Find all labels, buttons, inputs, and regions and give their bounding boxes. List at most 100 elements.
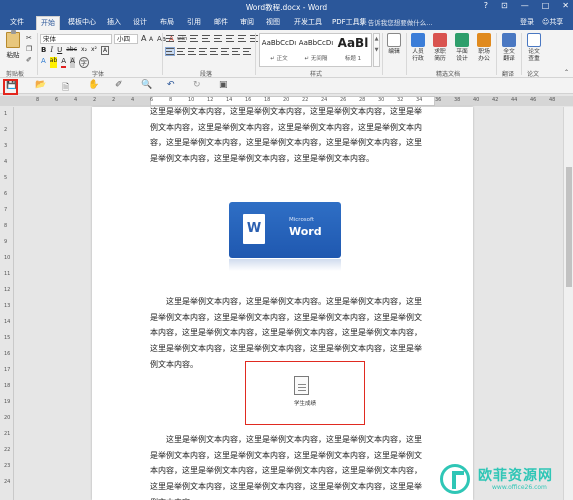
chinese-layout-icon[interactable]	[226, 35, 234, 42]
tab-layout[interactable]: 布局	[156, 16, 178, 30]
underline-button[interactable]: U	[57, 46, 62, 55]
ruler-tick: 16	[245, 97, 252, 103]
char-border-button[interactable]: A	[100, 46, 110, 55]
redo-icon[interactable]: ↻	[193, 80, 201, 90]
ribbon-tab-bar: 文件 开始 模板中心 插入 设计 布局 引用 邮件 审阅 视图 开发工具 PDF…	[0, 14, 573, 30]
subscript-button[interactable]: x₂	[81, 46, 87, 55]
maximize-button[interactable]: □	[542, 1, 550, 10]
print-preview-icon[interactable]: 🔍	[141, 80, 152, 90]
watermark-icon	[440, 464, 470, 494]
tab-review[interactable]: 审阅	[236, 16, 258, 30]
collapse-ribbon-icon[interactable]: ⌃	[564, 68, 569, 78]
tool-resume[interactable]: 求职 简历	[429, 33, 451, 63]
shrink-font-button[interactable]: A	[149, 35, 153, 45]
justify-icon[interactable]	[199, 48, 207, 55]
ruler-tick: 24	[321, 97, 328, 103]
text-effects-button[interactable]: A	[41, 57, 46, 68]
font-name-field[interactable]: 宋体	[40, 34, 112, 44]
screen-icon[interactable]: ▣	[219, 80, 228, 90]
align-center-icon[interactable]	[177, 48, 185, 55]
tell-me-box[interactable]: ⚲ 告诉我您想要做什么...	[360, 17, 435, 27]
translate-button[interactable]: 全文 翻译	[498, 33, 520, 63]
numbering-icon[interactable]	[178, 35, 186, 42]
format-painter-icon[interactable]: ✐	[26, 55, 32, 65]
tab-design[interactable]: 设计	[129, 16, 151, 30]
line-spacing-icon[interactable]	[221, 48, 229, 55]
align-right-icon[interactable]	[188, 48, 196, 55]
style-heading-1[interactable]: AaBl 标题 1	[335, 37, 371, 62]
translate-group-label: 翻译	[502, 71, 515, 78]
paragraph-3[interactable]: 这里是举例文本内容，这里是举例文本内容，这里是举例文本内容，这里是举例文本内容，…	[150, 432, 426, 500]
tool-graphic-design[interactable]: 平面 设计	[451, 33, 473, 63]
bold-button[interactable]: B	[41, 46, 46, 55]
copy-icon[interactable]: ❐	[26, 44, 32, 54]
paragraph-1[interactable]: 这里是举例文本内容，这里是举例文本内容，这里是举例文本内容，这里是举例文本内容，…	[150, 104, 426, 166]
vertical-ruler[interactable]: 1 2 3 4 5 6 7 8 9 10 11 12 13 14 15 16 17 18 19 20 21 22 23 24	[0, 107, 14, 500]
tab-view[interactable]: 视图	[262, 16, 284, 30]
minimize-button[interactable]: —	[521, 1, 529, 10]
decrease-indent-icon[interactable]	[202, 35, 210, 42]
ruler-tick: 8	[4, 223, 8, 229]
show-marks-icon[interactable]	[250, 35, 258, 42]
tab-template-center[interactable]: 模板中心	[64, 16, 100, 30]
ruler-tick: 38	[454, 97, 461, 103]
strikethrough-button[interactable]: abc	[66, 46, 77, 55]
tab-developer[interactable]: 开发工具	[290, 16, 326, 30]
save-highlight	[3, 79, 18, 95]
styles-more-button[interactable]: ▲ ▼	[373, 33, 380, 67]
list-buttons	[166, 35, 258, 42]
document-page[interactable]: 这里是举例文本内容，这里是举例文本内容，这里是举例文本内容，这里是举例文本内容，…	[92, 107, 473, 500]
tool-office[interactable]: 职场 办公	[473, 33, 495, 63]
divider	[521, 33, 522, 75]
tab-mailings[interactable]: 邮件	[210, 16, 232, 30]
ruler-tick: 2	[112, 97, 116, 103]
vertical-scrollbar[interactable]	[563, 107, 573, 500]
font-color-button[interactable]: A	[61, 57, 67, 68]
distributed-icon[interactable]	[210, 48, 218, 55]
ruler-tick: 12	[207, 97, 214, 103]
tab-references[interactable]: 引用	[183, 16, 205, 30]
enclose-char-button[interactable]: 字	[78, 57, 89, 68]
undo-icon[interactable]: ↶	[167, 80, 175, 90]
word-logo-image[interactable]: W Microsoft Word	[229, 202, 341, 258]
italic-button[interactable]: I	[50, 46, 53, 55]
highlight-button[interactable]: ab	[49, 57, 58, 68]
tab-insert[interactable]: 插入	[103, 16, 125, 30]
borders-icon[interactable]	[243, 48, 251, 55]
window-controls: ? ⊡ — □ ✕	[484, 1, 569, 10]
align-left-icon[interactable]	[165, 47, 175, 56]
login-link[interactable]: 登录	[520, 17, 534, 27]
char-shading-button[interactable]: A	[70, 57, 75, 68]
tab-file[interactable]: 文件	[6, 16, 28, 30]
embedded-object-highlight[interactable]: 学生成绩	[245, 361, 365, 425]
editing-button[interactable]: 编辑	[383, 33, 405, 56]
paper-check-button[interactable]: 论文 查重	[523, 33, 545, 63]
grow-font-button[interactable]: A	[141, 34, 146, 44]
sort-icon[interactable]	[238, 35, 246, 42]
help-button[interactable]: ?	[484, 1, 488, 10]
bullets-icon[interactable]	[166, 35, 174, 42]
open-folder-icon[interactable]: 📂	[35, 80, 46, 90]
paste-button[interactable]: 粘贴	[4, 30, 22, 59]
cut-icon[interactable]: ✂	[26, 33, 32, 43]
scrollbar-thumb[interactable]	[566, 167, 572, 287]
superscript-button[interactable]: x²	[91, 46, 97, 55]
format-painter-qat-icon[interactable]: ✐	[115, 80, 123, 90]
find-icon	[387, 33, 401, 47]
divider	[162, 33, 163, 75]
tool-hr-admin[interactable]: 人员 行政	[407, 33, 429, 63]
style-no-spacing[interactable]: AaBbCcDı ↵ 无间隔	[298, 37, 334, 62]
ruler-tick: 8	[169, 97, 173, 103]
office-icon	[477, 33, 491, 47]
close-button[interactable]: ✕	[562, 1, 569, 10]
ribbon-display-button[interactable]: ⊡	[501, 1, 508, 10]
touch-mode-icon[interactable]: ✋	[88, 80, 99, 90]
new-doc-icon[interactable]: 🗎	[62, 80, 69, 96]
share-button[interactable]: ☺共享	[542, 17, 563, 27]
font-size-field[interactable]: 小四	[114, 34, 138, 44]
shading-icon[interactable]	[232, 48, 240, 55]
tab-home[interactable]: 开始	[36, 16, 60, 30]
increase-indent-icon[interactable]	[214, 35, 222, 42]
multilevel-list-icon[interactable]	[190, 35, 198, 42]
style-normal[interactable]: AaBbCcDı ↵ 正文	[261, 37, 297, 62]
